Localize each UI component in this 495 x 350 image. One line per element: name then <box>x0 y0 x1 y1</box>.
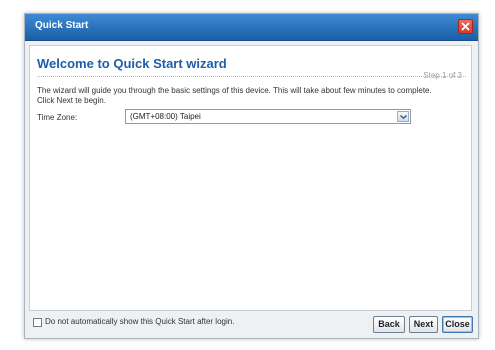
window-title: Quick Start <box>35 20 89 31</box>
dont-show-checkbox[interactable] <box>33 318 42 327</box>
title-bar: Quick Start <box>25 14 478 41</box>
wizard-heading: Welcome to Quick Start wizard <box>37 56 227 71</box>
chevron-down-icon[interactable] <box>397 111 409 122</box>
wizard-panel: Welcome to Quick Start wizard Step 1 of … <box>29 45 472 311</box>
time-zone-value: (GMT+08:00) Taipei <box>130 112 201 121</box>
time-zone-label: Time Zone: <box>37 113 78 122</box>
close-button[interactable]: Close <box>442 316 473 333</box>
next-button[interactable]: Next <box>409 316 438 333</box>
time-zone-select[interactable]: (GMT+08:00) Taipei <box>125 109 411 124</box>
dialog-footer: Do not automatically show this Quick Sta… <box>25 312 478 338</box>
wizard-description: The wizard will guide you through the ba… <box>37 86 432 105</box>
quick-start-dialog: Quick Start Welcome to Quick Start wizar… <box>24 13 479 339</box>
close-icon[interactable] <box>458 19 473 34</box>
back-button[interactable]: Back <box>373 316 405 333</box>
dont-show-label: Do not automatically show this Quick Sta… <box>45 317 235 326</box>
divider <box>37 76 466 77</box>
